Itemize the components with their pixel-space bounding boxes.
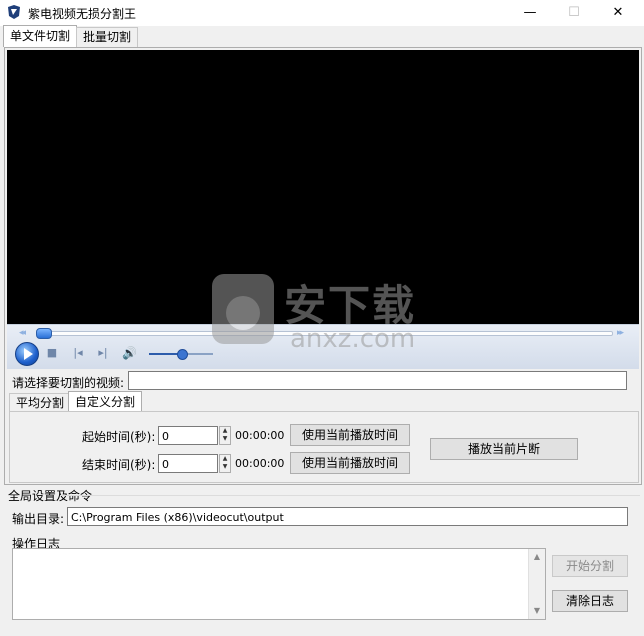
tab-custom-split[interactable]: 自定义分割 <box>68 391 143 413</box>
spin-up-icon[interactable]: ▲ <box>220 455 230 463</box>
end-time-label: 结束时间(秒): <box>82 458 156 472</box>
start-time-label: 起始时间(秒): <box>82 430 156 444</box>
volume-icon[interactable]: 🔊 <box>122 346 137 360</box>
use-current-time-end-button[interactable]: 使用当前播放时间 <box>290 452 410 474</box>
close-button[interactable]: ✕ <box>596 0 640 26</box>
video-select-label: 请选择要切割的视频: <box>12 376 125 390</box>
play-segment-button[interactable]: 播放当前片断 <box>430 438 578 460</box>
watermark: 安下载 anxz.com <box>212 270 432 360</box>
volume-thumb[interactable] <box>177 349 188 360</box>
tab-single-file-cut[interactable]: 单文件切割 <box>3 25 78 47</box>
spin-down-icon[interactable]: ▼ <box>220 435 230 443</box>
title-bar: 紫电视频无损分割王 — ☐ ✕ <box>0 0 644 26</box>
use-current-time-start-button[interactable]: 使用当前播放时间 <box>290 424 410 446</box>
minimize-button[interactable]: — <box>508 0 552 26</box>
scroll-down-icon[interactable]: ▼ <box>529 603 545 619</box>
main-window: 紫电视频无损分割王 — ☐ ✕ 单文件切割 批量切割 ◂◂ ▸▸ ■ |◂ ▸|… <box>0 0 644 636</box>
group-divider <box>60 495 640 496</box>
volume-slider[interactable] <box>149 349 213 360</box>
app-logo-icon <box>8 5 20 19</box>
clear-log-button[interactable]: 清除日志 <box>552 590 628 612</box>
play-icon <box>24 348 33 360</box>
video-path-input[interactable] <box>128 371 627 390</box>
watermark-subtext: anxz.com <box>290 324 416 354</box>
single-file-panel: ◂◂ ▸▸ ■ |◂ ▸| 🔊 请选择要切割的视频: 平均分割 自定义分割 起始 <box>4 47 642 485</box>
log-scrollbar[interactable]: ▲ ▼ <box>528 549 545 619</box>
stop-button[interactable]: ■ <box>45 347 59 359</box>
operation-log-area[interactable]: ▲ ▼ <box>12 548 546 620</box>
tab-batch-cut[interactable]: 批量切割 <box>76 27 139 47</box>
watermark-shield-icon <box>212 274 274 344</box>
rewind-icon[interactable]: ◂◂ <box>19 328 26 338</box>
custom-split-panel: 起始时间(秒): 0 ▲ ▼ 00:00:00 使用当前播放时间 结束时间(秒)… <box>9 411 639 483</box>
start-split-button[interactable]: 开始分割 <box>552 555 628 577</box>
end-time-display: 00:00:00 <box>235 457 285 470</box>
scroll-up-icon[interactable]: ▲ <box>529 549 545 565</box>
end-time-input[interactable]: 0 <box>158 454 218 473</box>
start-time-spinner[interactable]: ▲ ▼ <box>219 426 231 445</box>
play-button[interactable] <box>15 342 39 366</box>
fast-forward-icon[interactable]: ▸▸ <box>617 328 624 338</box>
tab-average-split[interactable]: 平均分割 <box>9 393 72 413</box>
maximize-button[interactable]: ☐ <box>552 0 596 26</box>
end-time-spinner[interactable]: ▲ ▼ <box>219 454 231 473</box>
seek-thumb[interactable] <box>36 328 52 339</box>
output-dir-label: 输出目录: <box>12 512 65 526</box>
previous-button[interactable]: |◂ <box>71 347 85 359</box>
spin-up-icon[interactable]: ▲ <box>220 427 230 435</box>
window-title: 紫电视频无损分割王 <box>28 7 137 21</box>
start-time-display: 00:00:00 <box>235 429 285 442</box>
output-dir-input[interactable]: C:\Program Files (x86)\videocut\output <box>67 507 628 526</box>
next-button[interactable]: ▸| <box>96 347 110 359</box>
start-time-input[interactable]: 0 <box>158 426 218 445</box>
spin-down-icon[interactable]: ▼ <box>220 463 230 471</box>
